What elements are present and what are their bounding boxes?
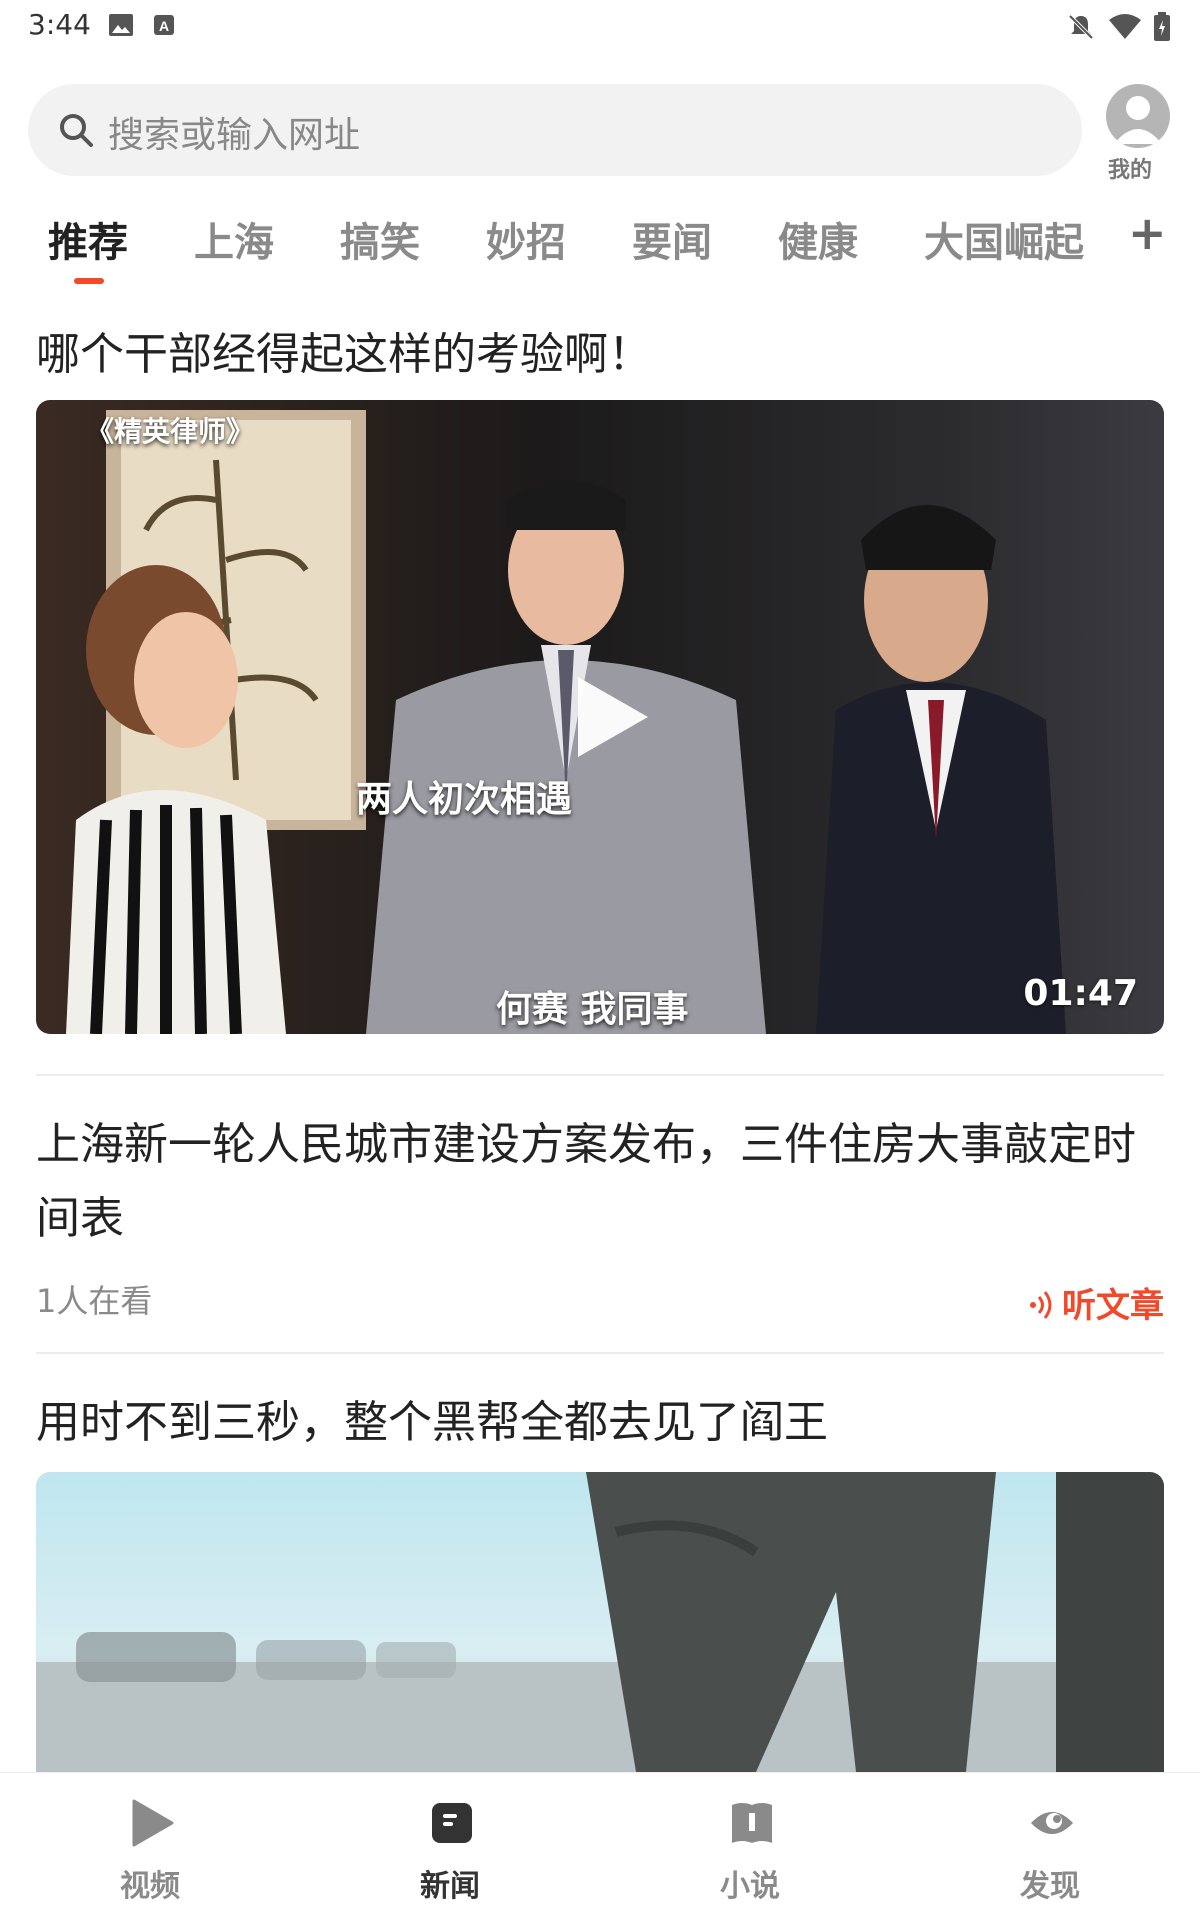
- tab-recommend[interactable]: 推荐: [48, 210, 128, 268]
- search-placeholder: 搜索或输入网址: [108, 115, 361, 156]
- tab-shanghai[interactable]: 上海: [194, 210, 274, 268]
- nav-novel-label: 小说: [720, 1869, 780, 1904]
- nav-novel[interactable]: 小说: [600, 1773, 900, 1921]
- play-icon: [132, 1799, 174, 1847]
- listen-article-button[interactable]: 听文章: [1028, 1278, 1164, 1327]
- profile-label[interactable]: 我的: [1108, 152, 1152, 184]
- tab-rise-of-nation[interactable]: 大国崛起: [924, 210, 1084, 268]
- article-viewers: 1人在看: [36, 1282, 153, 1320]
- play-icon: [578, 677, 648, 757]
- avatar[interactable]: [1106, 84, 1170, 148]
- app-notification-icon: A: [154, 15, 174, 35]
- video-thumbnail[interactable]: 《精英律师》 两人初次相遇 何赛 我同事 01:47: [36, 400, 1164, 1034]
- article-title[interactable]: 上海新一轮人民城市建设方案发布，三件住房大事敲定时间表: [36, 1108, 1164, 1256]
- video-subtitle-bottom: 何赛 我同事: [496, 989, 689, 1030]
- news-icon: [432, 1803, 472, 1843]
- nav-news-label: 新闻: [420, 1869, 480, 1904]
- nav-video[interactable]: 视频: [0, 1773, 300, 1921]
- divider: [36, 1074, 1164, 1076]
- bottom-nav: 视频 新闻 小说 发现: [0, 1772, 1200, 1921]
- tab-tips[interactable]: 妙招: [486, 210, 566, 268]
- nav-video-label: 视频: [120, 1869, 180, 1904]
- tab-health[interactable]: 健康: [778, 210, 858, 268]
- tab-headlines[interactable]: 要闻: [632, 210, 712, 268]
- bell-off-icon: [1068, 14, 1094, 40]
- video-frame-image: [36, 1472, 1164, 1772]
- eye-icon: [1031, 1812, 1073, 1834]
- book-icon: [732, 1803, 772, 1843]
- status-time: 3:44: [28, 8, 91, 41]
- add-tab-button[interactable]: +: [1128, 206, 1167, 260]
- tab-funny[interactable]: 搞笑: [340, 210, 420, 268]
- video-watermark: 《精英律师》: [86, 415, 255, 448]
- article-title[interactable]: 用时不到三秒，整个黑帮全都去见了阎王: [36, 1386, 828, 1460]
- nav-discover-label: 发现: [1020, 1869, 1080, 1904]
- wifi-icon: [1109, 14, 1141, 39]
- svg-text:A: A: [159, 18, 169, 34]
- article-title[interactable]: 哪个干部经得起这样的考验啊！: [36, 318, 652, 392]
- category-tabs: 推荐 上海 搞笑 妙招 要闻 健康 大国崛起 +: [0, 206, 1200, 286]
- search-icon: [60, 114, 93, 147]
- listen-label: 听文章: [1062, 1286, 1164, 1326]
- video-duration: 01:47: [1023, 973, 1138, 1014]
- gallery-notification-icon: [109, 14, 133, 36]
- video-subtitle-top: 两人初次相遇: [356, 779, 573, 820]
- search-bar[interactable]: 搜索或输入网址: [28, 84, 1082, 176]
- user-icon: [1114, 96, 1162, 144]
- nav-news[interactable]: 新闻: [300, 1773, 600, 1921]
- nav-discover[interactable]: 发现: [900, 1773, 1200, 1921]
- audio-waves-icon: [1030, 1291, 1052, 1319]
- active-tab-indicator: [74, 278, 104, 284]
- video-thumbnail[interactable]: [36, 1472, 1164, 1772]
- status-bar: 3:44 A: [0, 0, 1200, 52]
- battery-icon: [1154, 12, 1170, 41]
- divider: [36, 1352, 1164, 1354]
